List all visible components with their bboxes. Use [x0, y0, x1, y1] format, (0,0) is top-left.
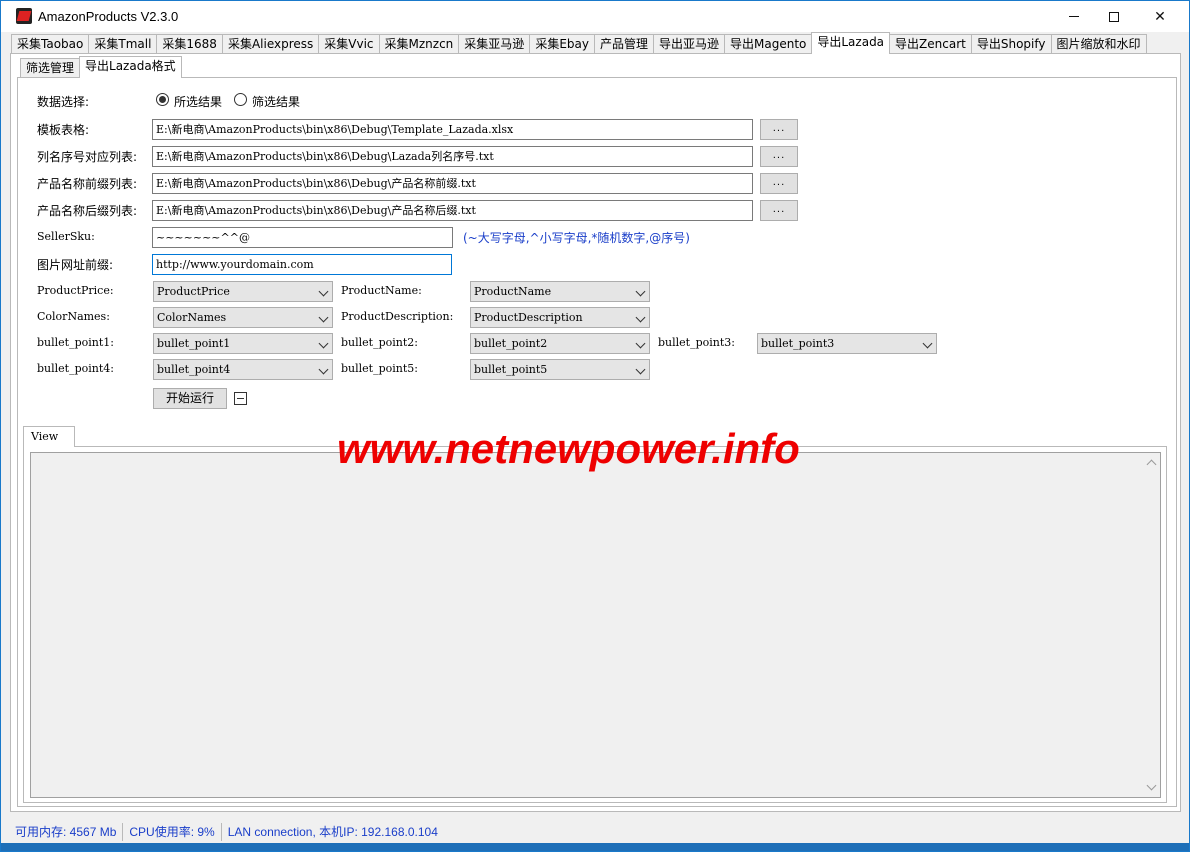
tab-image-watermark[interactable]: 图片缩放和水印	[1050, 34, 1147, 53]
price-label: ProductPrice:	[37, 284, 114, 297]
name-label: ProductName:	[341, 284, 422, 297]
template-browse-button[interactable]: ...	[760, 119, 798, 140]
tab-amazon-collect[interactable]: 采集亚马逊	[458, 34, 531, 53]
price-select[interactable]: ProductPrice	[153, 281, 333, 302]
bp3-select-value: bullet_point3	[761, 337, 835, 350]
template-path-input[interactable]: E:\新电商\AmazonProducts\bin\x86\Debug\Temp…	[152, 119, 753, 140]
tab-taobao[interactable]: 采集Taobao	[11, 34, 90, 53]
bp4-select[interactable]: bullet_point4	[153, 359, 333, 380]
radio-filtered-results[interactable]	[234, 93, 247, 106]
window-title: AmazonProducts V2.3.0	[38, 9, 179, 24]
price-select-value: ProductPrice	[157, 285, 230, 298]
img-prefix-label: 图片网址前缀:	[37, 258, 114, 272]
columns-label: 列名序号对应列表:	[37, 150, 138, 164]
name-select-value: ProductName	[474, 285, 552, 298]
img-prefix-input[interactable]: http://www.yourdomain.com	[152, 254, 452, 275]
prefix-label: 产品名称前缀列表:	[37, 177, 138, 191]
prefix-path-input[interactable]: E:\新电商\AmazonProducts\bin\x86\Debug\产品名称…	[152, 173, 753, 194]
tab-view[interactable]: View	[23, 426, 75, 447]
tab-export-magento[interactable]: 导出Magento	[724, 34, 813, 53]
bp5-select[interactable]: bullet_point5	[470, 359, 650, 380]
template-label: 模板表格:	[37, 123, 90, 137]
collapse-toggle[interactable]	[234, 392, 247, 405]
columns-browse-button[interactable]: ...	[760, 146, 798, 167]
tab-export-amazon[interactable]: 导出亚马逊	[652, 34, 725, 53]
bp3-select[interactable]: bullet_point3	[757, 333, 937, 354]
bp3-label: bullet_point3:	[658, 336, 735, 349]
start-run-button[interactable]: 开始运行	[153, 388, 227, 409]
status-cpu: CPU使用率: 9%	[123, 823, 222, 841]
tab-filter-management[interactable]: 筛选管理	[20, 58, 81, 77]
color-select-value: ColorNames	[157, 311, 227, 324]
tab-product-management[interactable]: 产品管理	[593, 34, 654, 53]
radio-selected-results[interactable]	[156, 93, 169, 106]
view-output-area[interactable]	[30, 452, 1161, 798]
color-select[interactable]: ColorNames	[153, 307, 333, 328]
window-bottom-border	[1, 843, 1189, 851]
scroll-up-icon[interactable]	[1146, 459, 1157, 470]
chevron-down-icon	[922, 338, 933, 349]
maximize-button[interactable]	[1091, 1, 1137, 32]
chevron-down-icon	[318, 338, 329, 349]
desc-select-value: ProductDescription	[474, 311, 583, 324]
bp2-select-value: bullet_point2	[474, 337, 548, 350]
vertical-scrollbar[interactable]	[1143, 453, 1160, 797]
tab-mznzcn[interactable]: 采集Mznzcn	[378, 34, 460, 53]
prefix-browse-button[interactable]: ...	[760, 173, 798, 194]
tab-export-shopify[interactable]: 导出Shopify	[970, 34, 1052, 53]
chevron-down-icon	[318, 312, 329, 323]
bp4-label: bullet_point4:	[37, 362, 114, 375]
bp5-select-value: bullet_point5	[474, 363, 548, 376]
tab-ebay[interactable]: 采集Ebay	[529, 34, 595, 53]
close-button[interactable]: ✕	[1137, 1, 1183, 32]
bp2-select[interactable]: bullet_point2	[470, 333, 650, 354]
radio-filtered-label: 筛选结果	[252, 95, 301, 109]
chevron-down-icon	[635, 364, 646, 375]
bp5-label: bullet_point5:	[341, 362, 418, 375]
radio-selected-label: 所选结果	[174, 95, 223, 109]
tab-tmall[interactable]: 采集Tmall	[88, 34, 158, 53]
maximize-icon	[1109, 11, 1119, 22]
name-select[interactable]: ProductName	[470, 281, 650, 302]
status-memory: 可用内存: 4567 Mb	[1, 823, 124, 841]
columns-path-input[interactable]: E:\新电商\AmazonProducts\bin\x86\Debug\Laza…	[152, 146, 753, 167]
status-bar: 可用内存: 4567 Mb CPU使用率: 9% LAN connection,…	[1, 821, 1189, 843]
suffix-path-input[interactable]: E:\新电商\AmazonProducts\bin\x86\Debug\产品名称…	[152, 200, 753, 221]
chevron-down-icon	[635, 286, 646, 297]
suffix-label: 产品名称后缀列表:	[37, 204, 138, 218]
close-icon: ✕	[1154, 8, 1166, 25]
tab-aliexpress[interactable]: 采集Aliexpress	[221, 34, 320, 53]
sub-tab-strip: 筛选管理 导出Lazada格式	[20, 56, 182, 78]
tab-vvic[interactable]: 采集Vvic	[318, 34, 380, 53]
sku-pattern-input[interactable]: ~~~~~~~^^@	[152, 227, 453, 248]
tab-export-zencart[interactable]: 导出Zencart	[889, 34, 972, 53]
main-tab-strip: 采集Taobao 采集Tmall 采集1688 采集Aliexpress 采集V…	[11, 32, 1147, 54]
title-bar: AmazonProducts V2.3.0 ✕	[1, 1, 1189, 32]
chevron-down-icon	[635, 312, 646, 323]
suffix-browse-button[interactable]: ...	[760, 200, 798, 221]
data-select-label: 数据选择:	[37, 95, 90, 109]
tab-1688[interactable]: 采集1688	[156, 34, 223, 53]
bp1-label: bullet_point1:	[37, 336, 114, 349]
bp4-select-value: bullet_point4	[157, 363, 231, 376]
bp1-select[interactable]: bullet_point1	[153, 333, 333, 354]
bp1-select-value: bullet_point1	[157, 337, 231, 350]
desc-label: ProductDescription:	[341, 310, 454, 323]
app-window: AmazonProducts V2.3.0 ✕ 采集Taobao 采集Tmall…	[0, 0, 1190, 852]
bp2-label: bullet_point2:	[341, 336, 418, 349]
minimize-icon	[1069, 16, 1079, 17]
app-logo-icon	[16, 8, 32, 24]
chevron-down-icon	[318, 286, 329, 297]
tab-export-lazada-format[interactable]: 导出Lazada格式	[79, 56, 182, 78]
scroll-down-icon[interactable]	[1146, 780, 1157, 791]
watermark-text: www.netnewpower.info	[337, 425, 800, 472]
status-network: LAN connection, 本机IP: 192.168.0.104	[227, 825, 438, 839]
desc-select[interactable]: ProductDescription	[470, 307, 650, 328]
chevron-down-icon	[318, 364, 329, 375]
tab-export-lazada[interactable]: 导出Lazada	[811, 32, 891, 54]
sku-hint: (~大写字母,^小写字母,*随机数字,@序号)	[463, 231, 690, 245]
color-label: ColorNames:	[37, 310, 110, 323]
chevron-down-icon	[635, 338, 646, 349]
sku-label: SellerSku:	[37, 230, 95, 243]
